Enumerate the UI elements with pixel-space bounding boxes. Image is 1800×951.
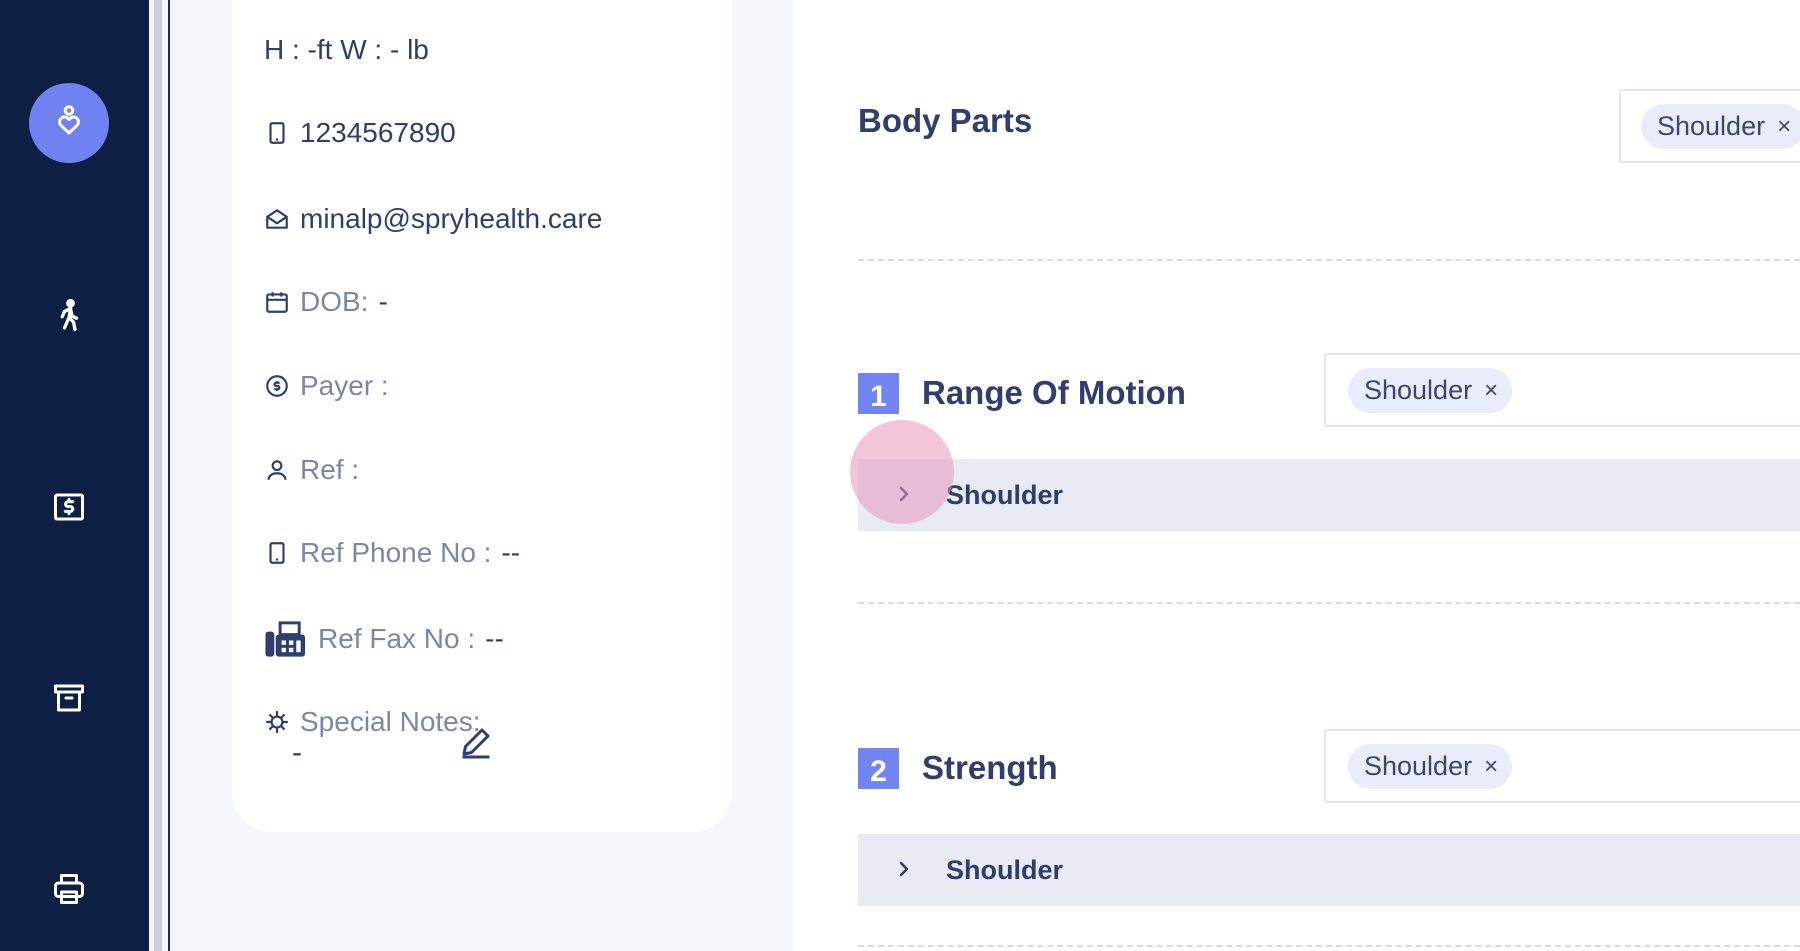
patient-info-card: H : -ft W : - lb 1234567890 minalp@spryh…: [232, 0, 732, 832]
payer-label: Payer :: [300, 370, 389, 401]
nav-print-button[interactable]: [29, 851, 109, 931]
dob-label: DOB:: [300, 286, 369, 317]
phone-icon: [264, 120, 290, 146]
ref-label: Ref :: [300, 454, 360, 485]
remove-chip-icon[interactable]: ×: [1484, 377, 1498, 405]
body-parts-title: Body Parts: [858, 102, 1033, 139]
nav-archive-button[interactable]: [29, 660, 109, 740]
ref-phone-row: Ref Phone No : --: [264, 537, 520, 569]
heart-person-icon: [51, 103, 87, 144]
nav-patient-care-button[interactable]: [29, 83, 109, 163]
range-of-motion-accordion-shoulder[interactable]: Shoulder: [858, 459, 1800, 531]
phone-row: 1234567890: [264, 117, 456, 149]
dob-value: -: [378, 286, 388, 317]
body-part-chip: Shoulder ×: [1348, 744, 1513, 789]
chevron-right-icon: [892, 857, 916, 881]
walking-person-icon: [51, 298, 87, 339]
dollar-circle-icon: [264, 373, 290, 399]
body-part-chip: Shoulder ×: [1641, 104, 1800, 149]
calendar-icon: [264, 289, 290, 315]
special-notes-label: Special Notes:: [300, 706, 481, 737]
ref-phone-label: Ref Phone No :: [300, 537, 492, 568]
phone-icon: [264, 540, 290, 566]
phone-value: 1234567890: [300, 117, 456, 148]
sidebar: [0, 0, 149, 951]
ref-fax-row: Ref Fax No : --: [264, 619, 504, 659]
special-notes-value: -: [292, 736, 302, 769]
mail-open-icon: [264, 206, 290, 232]
body-parts-select[interactable]: Shoulder ×: [1619, 89, 1800, 163]
email-value: minalp@spryhealth.care: [300, 203, 603, 234]
dollar-document-icon: [51, 489, 87, 530]
chip-label: Shoulder: [1657, 111, 1766, 141]
chip-label: Shoulder: [1364, 751, 1473, 781]
height-weight-row: H : -ft W : - lb: [264, 34, 429, 66]
strength-accordion-shoulder[interactable]: Shoulder: [858, 834, 1800, 906]
ref-fax-label: Ref Fax No :: [318, 623, 476, 654]
dob-row: DOB: -: [264, 286, 388, 318]
body-part-chip: Shoulder ×: [1348, 368, 1513, 413]
special-notes-row: Special Notes:: [264, 706, 481, 738]
virus-icon: [264, 709, 290, 735]
strength-title: Strength: [922, 749, 1058, 786]
range-of-motion-title: Range Of Motion: [922, 374, 1186, 411]
ref-phone-value: --: [501, 537, 521, 568]
edit-notes-button[interactable]: [458, 724, 494, 760]
ref-fax-value: --: [485, 623, 504, 654]
panel-divider: [154, 0, 162, 951]
panel-divider-line: [168, 0, 170, 951]
section-number-badge: 1: [858, 373, 899, 414]
chevron-right-icon: [892, 482, 916, 506]
range-of-motion-select[interactable]: Shoulder ×: [1324, 353, 1800, 427]
chip-label: Shoulder: [1364, 375, 1473, 405]
accordion-label: Shoulder: [946, 479, 1064, 510]
strength-select[interactable]: Shoulder ×: [1324, 729, 1800, 803]
nav-billing-button[interactable]: [29, 469, 109, 549]
archive-box-icon: [51, 680, 87, 721]
section-divider: [858, 259, 1800, 261]
section-number-badge: 2: [858, 748, 899, 789]
nav-exercise-button[interactable]: [29, 278, 109, 358]
main-content: Body Parts Shoulder × 1 Range Of Motion …: [793, 0, 1800, 951]
printer-icon: [51, 871, 87, 912]
email-row: minalp@spryhealth.care: [264, 203, 602, 235]
ref-row: Ref :: [264, 454, 359, 486]
section-divider: [858, 602, 1800, 604]
payer-row: Payer :: [264, 370, 389, 402]
remove-chip-icon[interactable]: ×: [1484, 753, 1498, 781]
height-weight-text: H : -ft W : - lb: [264, 34, 429, 65]
remove-chip-icon[interactable]: ×: [1777, 113, 1791, 141]
fax-icon: [264, 619, 308, 659]
section-divider: [858, 945, 1800, 947]
user-icon: [264, 457, 290, 483]
accordion-label: Shoulder: [946, 854, 1064, 885]
